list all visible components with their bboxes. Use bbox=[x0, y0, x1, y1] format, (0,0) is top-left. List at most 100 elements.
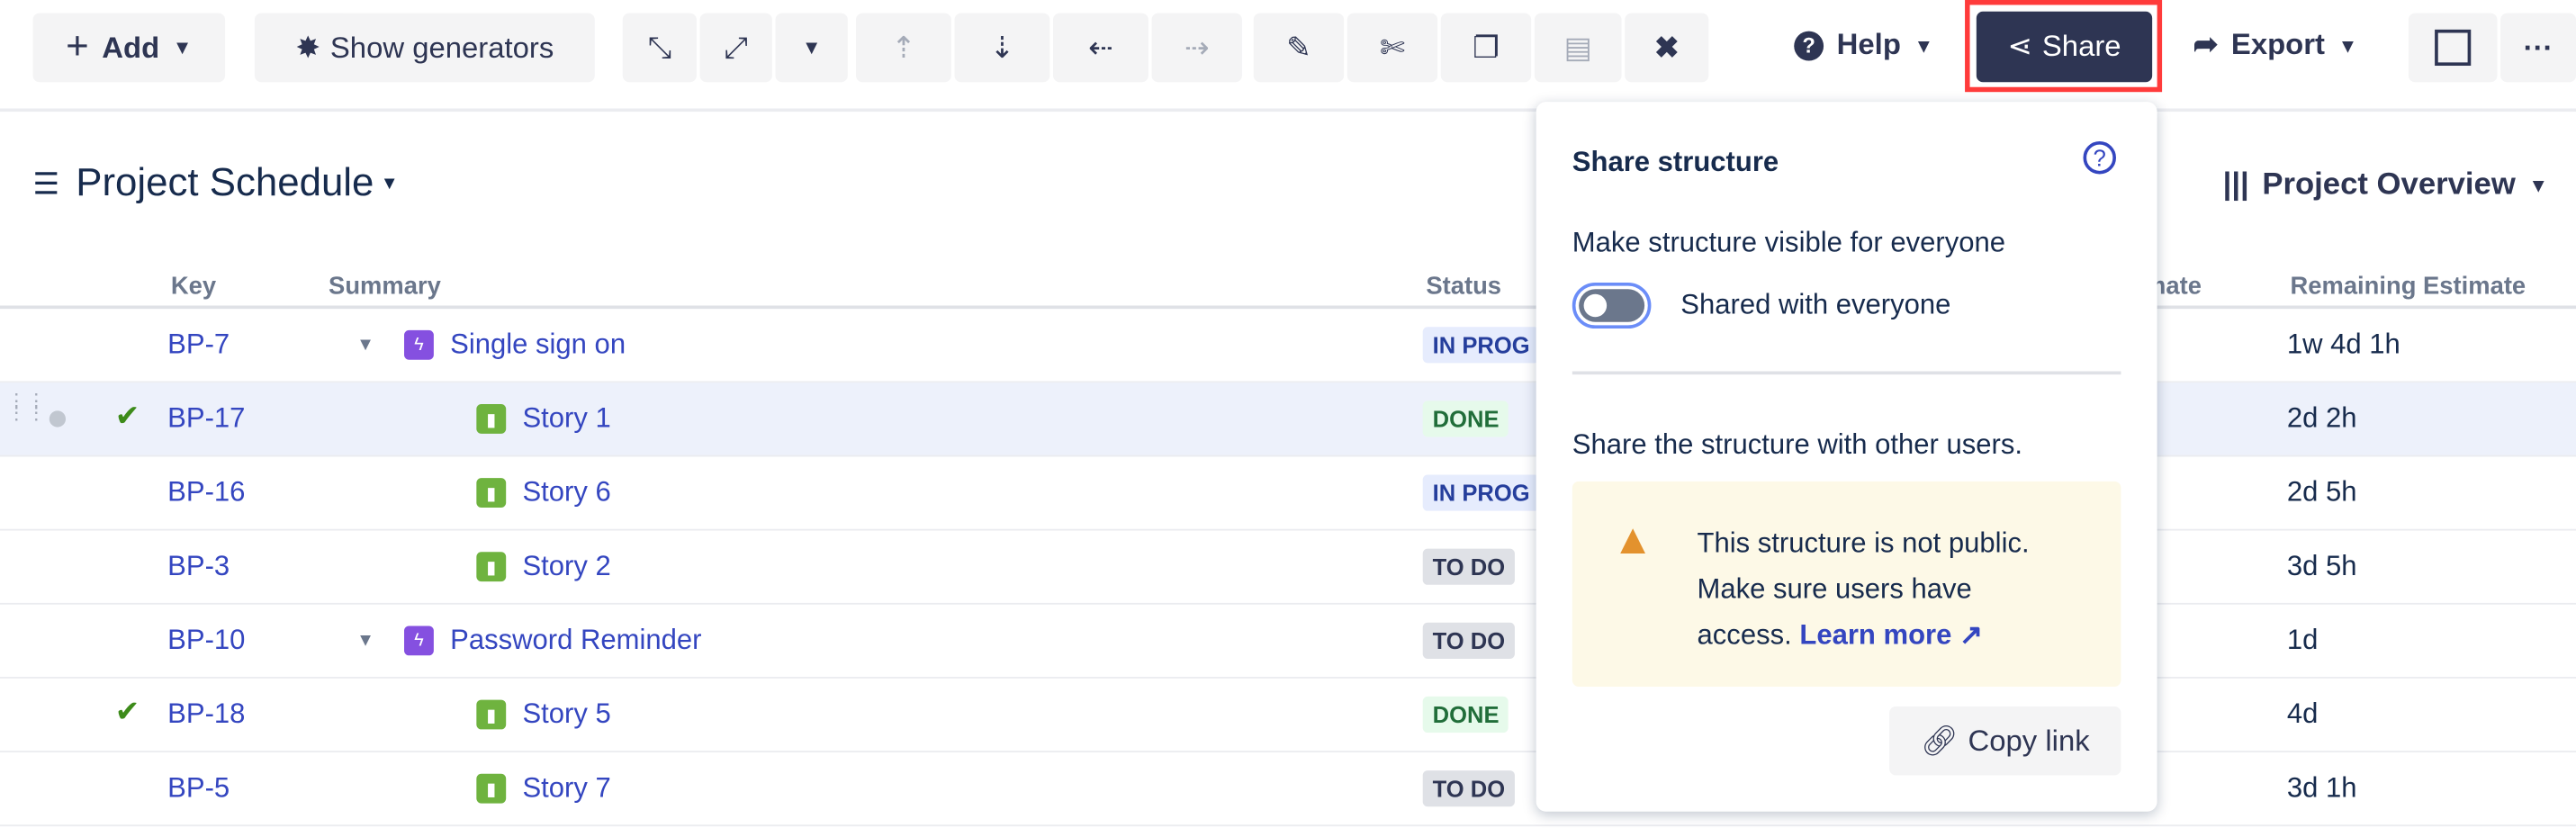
issue-summary[interactable]: Story 6 bbox=[522, 476, 610, 509]
copy-button[interactable]: ❐ bbox=[1440, 13, 1532, 83]
magic-wand-icon: ✸ bbox=[295, 30, 320, 64]
move-down-icon: ⇣ bbox=[989, 30, 1015, 64]
learn-more-link[interactable]: Learn more ↗ bbox=[1799, 619, 1983, 651]
table-row[interactable]: BP-10 ▼ ϟ Password Reminder TO DO 1d bbox=[0, 605, 2576, 679]
issue-summary[interactable]: Story 1 bbox=[522, 402, 610, 436]
table-row[interactable]: BP-16 ▮ Story 6 IN PROG 2d 5h bbox=[0, 456, 2576, 531]
chevron-down-icon: ▼ bbox=[2528, 174, 2549, 198]
paste-icon: ▤ bbox=[1563, 30, 1592, 64]
delete-icon: ✖ bbox=[1653, 30, 1680, 64]
column-header-key[interactable]: Key bbox=[171, 273, 216, 301]
plus-icon: + bbox=[66, 24, 89, 69]
table-row[interactable]: ⋮⋮ ⋮⋮ ✔ BP-17 ▮ Story 1 DONE 2d 2h bbox=[0, 382, 2576, 457]
collapse-button[interactable]: ⤢ bbox=[699, 13, 772, 83]
add-button[interactable]: + Add ▼ bbox=[32, 13, 226, 83]
chevron-down-icon: ▼ bbox=[172, 36, 193, 59]
chevron-down-icon: ▼ bbox=[2337, 33, 2358, 57]
remaining-estimate: 1d bbox=[2286, 624, 2319, 656]
table-row[interactable]: BP-5 ▮ Story 7 TO DO 3d 1h bbox=[0, 752, 2576, 827]
remaining-estimate: 1w 4d 1h bbox=[2286, 328, 2400, 360]
column-header-status[interactable]: Status bbox=[1426, 273, 1501, 301]
share-icon: ⋖ bbox=[2007, 29, 2032, 63]
expand-icon: ⤡ bbox=[647, 30, 672, 64]
status-badge: IN PROG bbox=[1422, 327, 1540, 364]
delete-button[interactable]: ✖ bbox=[1625, 13, 1709, 83]
link-icon: 🔗︎ bbox=[1920, 724, 1959, 757]
chevron-down-icon: ▼ bbox=[801, 36, 822, 59]
move-down-button[interactable]: ⇣ bbox=[954, 13, 1050, 83]
show-generators-button[interactable]: ✸ Show generators bbox=[254, 13, 595, 83]
copy-link-button[interactable]: 🔗︎ Copy link bbox=[1889, 706, 2121, 776]
issue-key[interactable]: BP-5 bbox=[167, 772, 230, 806]
columns-icon: ||| bbox=[2222, 167, 2249, 202]
help-button[interactable]: ? Help ▼ bbox=[1794, 28, 1933, 62]
move-up-button[interactable]: ⇡ bbox=[855, 13, 951, 83]
toolbar-divider bbox=[0, 108, 2576, 112]
visibility-label: Make structure visible for everyone bbox=[1572, 226, 2005, 258]
table-row[interactable]: BP-7 ▼ ϟ Single sign on IN PROG 1w 4d 1h bbox=[0, 309, 2576, 383]
issue-key[interactable]: BP-17 bbox=[167, 402, 245, 436]
drag-handle-icon[interactable]: ⋮⋮ ⋮⋮ bbox=[6, 391, 46, 422]
cut-button[interactable]: ✄ bbox=[1347, 13, 1438, 83]
issue-summary[interactable]: Story 5 bbox=[522, 698, 610, 732]
table-row[interactable]: BP-3 ▮ Story 2 TO DO 3d 5h bbox=[0, 531, 2576, 605]
popup-title: Share structure bbox=[1572, 146, 1779, 178]
move-up-icon: ⇡ bbox=[891, 30, 916, 64]
paste-button[interactable]: ▤ bbox=[1534, 13, 1622, 83]
story-icon: ▮ bbox=[476, 404, 507, 434]
export-button[interactable]: ➦ Export ▼ bbox=[2193, 28, 2358, 62]
story-icon: ▮ bbox=[476, 699, 507, 730]
export-icon: ➦ bbox=[2193, 28, 2219, 61]
issue-key[interactable]: BP-16 bbox=[167, 476, 245, 509]
table-row[interactable]: ✔ BP-18 ▮ Story 5 DONE 4d bbox=[0, 679, 2576, 752]
structure-selector[interactable]: ☰ Project Schedule ▼ bbox=[33, 161, 399, 207]
issue-key[interactable]: BP-7 bbox=[167, 328, 230, 362]
remaining-estimate: 2d 2h bbox=[2286, 402, 2357, 434]
story-icon: ▮ bbox=[476, 773, 507, 804]
expand-options-button[interactable]: ▼ bbox=[775, 13, 848, 83]
indent-button[interactable]: ⇢ bbox=[1151, 13, 1242, 83]
status-badge: TO DO bbox=[1422, 622, 1516, 659]
issue-summary[interactable]: Single sign on bbox=[450, 328, 626, 362]
story-icon: ▮ bbox=[476, 552, 507, 582]
help-icon[interactable]: ? bbox=[2083, 140, 2116, 175]
remaining-estimate: 3d 1h bbox=[2286, 771, 2357, 804]
expand-triangle-icon[interactable]: ▼ bbox=[356, 631, 374, 651]
status-badge: DONE bbox=[1422, 400, 1509, 437]
chevron-down-icon: ▼ bbox=[1914, 33, 1934, 57]
issue-key[interactable]: BP-10 bbox=[167, 625, 245, 658]
share-button[interactable]: ⋖ Share bbox=[1976, 11, 2153, 83]
issue-summary[interactable]: Story 7 bbox=[522, 772, 610, 806]
column-header-remaining-estimate[interactable]: Remaining Estimate bbox=[2290, 273, 2526, 301]
page-title: Project Schedule bbox=[76, 160, 374, 206]
panel-toggle-button[interactable] bbox=[2408, 13, 2498, 83]
epic-icon: ϟ bbox=[404, 329, 434, 360]
outdent-icon: ⇠ bbox=[1088, 30, 1113, 64]
warning-box: ▲ This structure is not public. Make sur… bbox=[1572, 481, 2121, 687]
outdent-button[interactable]: ⇠ bbox=[1053, 13, 1148, 83]
more-button[interactable]: ··· bbox=[2500, 13, 2576, 83]
structure-icon: ☰ bbox=[32, 166, 59, 200]
view-selector[interactable]: ||| Project Overview ▼ bbox=[2223, 167, 2548, 203]
copy-icon: ❐ bbox=[1473, 30, 1500, 64]
pencil-icon: ✎ bbox=[1286, 30, 1311, 64]
check-icon: ✔ bbox=[114, 399, 140, 433]
expand-button[interactable]: ⤡ bbox=[622, 13, 697, 83]
expand-triangle-icon[interactable]: ▼ bbox=[356, 335, 374, 355]
issue-summary[interactable]: Story 2 bbox=[522, 550, 610, 583]
warning-text: access. bbox=[1697, 619, 1792, 651]
share-everyone-toggle[interactable] bbox=[1572, 282, 1652, 329]
issue-key[interactable]: BP-3 bbox=[167, 550, 230, 583]
column-header-summary[interactable]: Summary bbox=[329, 273, 441, 301]
toggle-label: Shared with everyone bbox=[1680, 289, 1951, 320]
story-icon: ▮ bbox=[476, 478, 507, 508]
status-badge: DONE bbox=[1422, 696, 1509, 734]
share-structure-popup: Share structure ? Make structure visible… bbox=[1536, 102, 2157, 812]
issue-summary[interactable]: Password Reminder bbox=[450, 625, 701, 658]
collapse-icon: ⤢ bbox=[724, 30, 748, 64]
popup-divider bbox=[1572, 371, 2121, 375]
edit-button[interactable]: ✎ bbox=[1253, 13, 1345, 83]
indent-icon: ⇢ bbox=[1184, 30, 1210, 64]
check-icon: ✔ bbox=[114, 695, 140, 728]
issue-key[interactable]: BP-18 bbox=[167, 698, 245, 732]
